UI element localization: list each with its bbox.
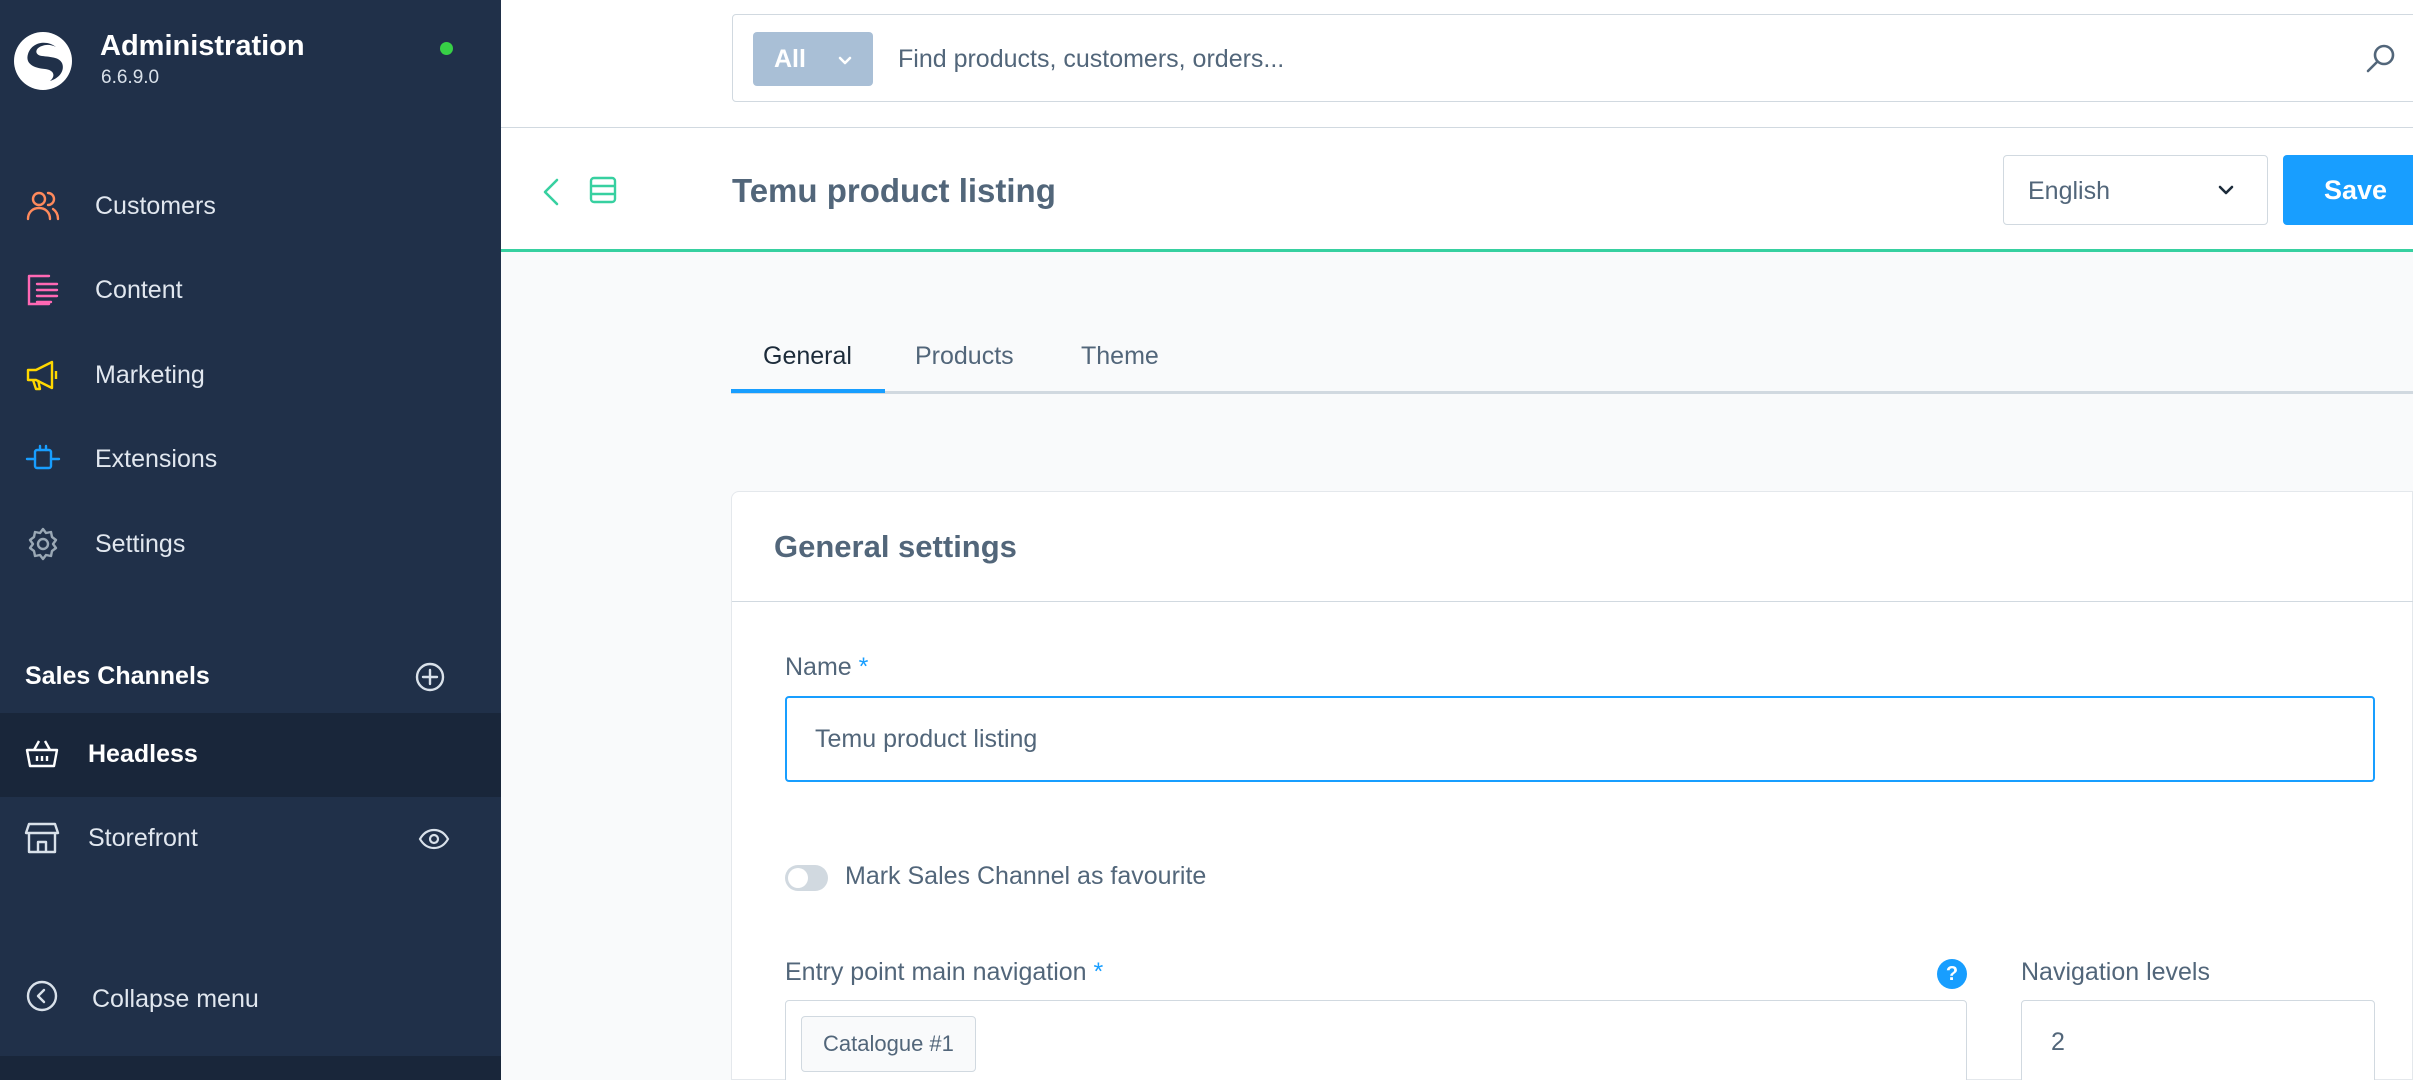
- entry-point-select[interactable]: Catalogue #1: [785, 1000, 1967, 1080]
- sidebar-item-label: Customers: [95, 191, 216, 220]
- shopware-logo-icon[interactable]: [12, 30, 74, 92]
- toggle-knob: [788, 868, 808, 888]
- add-sales-channel-icon[interactable]: [414, 661, 446, 693]
- sidebar-item-settings[interactable]: Settings: [0, 502, 501, 586]
- chevron-down-icon: [838, 56, 852, 65]
- sales-channel-storefront[interactable]: Storefront: [0, 797, 501, 881]
- extensions-icon: [24, 440, 62, 478]
- chevron-down-icon: [2218, 185, 2234, 195]
- eye-icon[interactable]: [418, 827, 450, 851]
- top-search-bar: All: [501, 0, 2413, 128]
- navigation-levels-label: Navigation levels: [2021, 958, 2210, 986]
- search-input[interactable]: [898, 35, 2248, 83]
- card-header: General settings: [732, 492, 2413, 602]
- selected-category-chip[interactable]: Catalogue #1: [801, 1016, 976, 1072]
- search-type-dropdown[interactable]: All: [753, 32, 873, 86]
- settings-icon: [24, 525, 62, 563]
- sidebar-item-label: Extensions: [95, 444, 218, 473]
- general-settings-card: General settings Name * Mark Sales Chann…: [731, 491, 2413, 1080]
- content-icon: [24, 271, 62, 309]
- tab-products[interactable]: Products: [915, 342, 1014, 371]
- sidebar-item-extensions[interactable]: Extensions: [0, 417, 501, 501]
- favourite-toggle-label[interactable]: Mark Sales Channel as favourite: [845, 862, 1206, 891]
- name-field[interactable]: [785, 696, 2375, 782]
- language-switch[interactable]: English: [2003, 155, 2268, 225]
- tab-general[interactable]: General: [763, 342, 852, 371]
- favourite-toggle[interactable]: [785, 865, 828, 891]
- tab-theme[interactable]: Theme: [1081, 342, 1159, 371]
- sales-channels-heading: Sales Channels: [25, 662, 210, 690]
- required-marker: *: [858, 653, 869, 681]
- page-title: Temu product listing: [732, 172, 1056, 209]
- required-marker: *: [1093, 958, 1104, 986]
- sidebar: Administration 6.6.9.0 Customers Content…: [0, 0, 501, 1080]
- sales-channel-list-icon: [589, 176, 617, 204]
- sales-channel-label: Headless: [88, 740, 198, 768]
- app-title: Administration: [100, 30, 305, 62]
- basket-icon: [25, 740, 59, 768]
- sidebar-footer: [0, 1056, 501, 1080]
- page-header: Temu product listing English Save: [501, 128, 2413, 252]
- storefront-icon: [24, 822, 60, 854]
- chevron-left-circle-icon: [26, 980, 58, 1012]
- save-button[interactable]: Save: [2283, 155, 2413, 225]
- tab-bar: General Products Theme: [731, 330, 2413, 394]
- sales-channel-headless[interactable]: Headless: [0, 713, 501, 797]
- card-title: General settings: [774, 529, 1017, 564]
- entry-point-label-text: Entry point main navigation: [785, 958, 1087, 986]
- collapse-menu-button[interactable]: Collapse menu: [0, 958, 501, 1042]
- global-search: All: [732, 14, 2413, 102]
- sales-channel-label: Storefront: [88, 824, 198, 852]
- sidebar-item-label: Marketing: [95, 360, 205, 389]
- app-version: 6.6.9.0: [101, 67, 160, 88]
- sidebar-item-label: Settings: [95, 529, 186, 558]
- navigation-levels-input[interactable]: 2: [2021, 1000, 2375, 1080]
- name-field-label: Name *: [785, 653, 868, 682]
- sidebar-item-customers[interactable]: Customers: [0, 164, 501, 248]
- sidebar-item-marketing[interactable]: Marketing: [0, 333, 501, 417]
- entry-point-field-label: Entry point main navigation *: [785, 958, 1103, 987]
- search-type-label: All: [774, 45, 806, 73]
- sidebar-header: Administration 6.6.9.0: [0, 0, 501, 125]
- collapse-menu-label: Collapse menu: [92, 985, 259, 1013]
- active-tab-indicator: [731, 389, 885, 393]
- back-arrow-icon[interactable]: [539, 176, 565, 208]
- navigation-levels-value: 2: [2051, 1028, 2065, 1056]
- status-indicator: [440, 42, 453, 55]
- customers-icon: [24, 187, 62, 225]
- search-icon[interactable]: [2363, 41, 2399, 77]
- help-icon[interactable]: ?: [1937, 959, 1967, 989]
- sidebar-item-content[interactable]: Content: [0, 248, 501, 332]
- marketing-icon: [24, 356, 62, 394]
- name-label-text: Name: [785, 653, 852, 681]
- sidebar-item-label: Content: [95, 275, 183, 304]
- language-value: English: [2028, 177, 2110, 205]
